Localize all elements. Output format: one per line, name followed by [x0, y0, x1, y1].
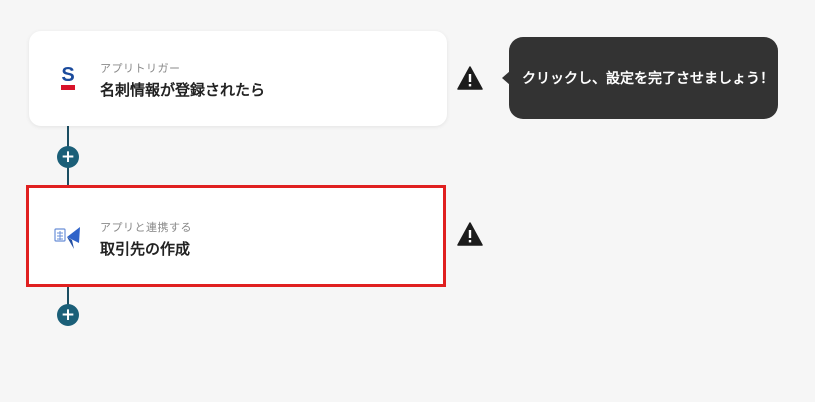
action-title: 取引先の作成	[100, 240, 191, 258]
sansan-logo-icon: S	[53, 64, 83, 94]
accounting-app-icon	[52, 223, 82, 253]
action-subtitle: アプリと連携する	[100, 221, 192, 234]
trigger-title: 名刺情報が登録されたら	[100, 81, 266, 99]
tooltip-arrow	[502, 71, 510, 85]
warning-icon[interactable]	[457, 222, 483, 246]
flow-canvas: S アプリトリガー 名刺情報が登録されたら クリックし、設定を完了させましょう！…	[0, 0, 815, 402]
add-step-button[interactable]: +	[57, 304, 79, 326]
trigger-card[interactable]: S アプリトリガー 名刺情報が登録されたら	[29, 31, 447, 126]
tooltip-text: クリックし、設定を完了させましょう！	[522, 71, 774, 87]
setup-tooltip: クリックし、設定を完了させましょう！	[502, 37, 778, 119]
trigger-subtitle: アプリトリガー	[100, 62, 181, 75]
warning-icon[interactable]	[457, 66, 483, 90]
svg-text:S: S	[61, 64, 74, 86]
add-step-button[interactable]: +	[57, 146, 79, 168]
action-card[interactable]: アプリと連携する 取引先の作成	[26, 185, 446, 287]
